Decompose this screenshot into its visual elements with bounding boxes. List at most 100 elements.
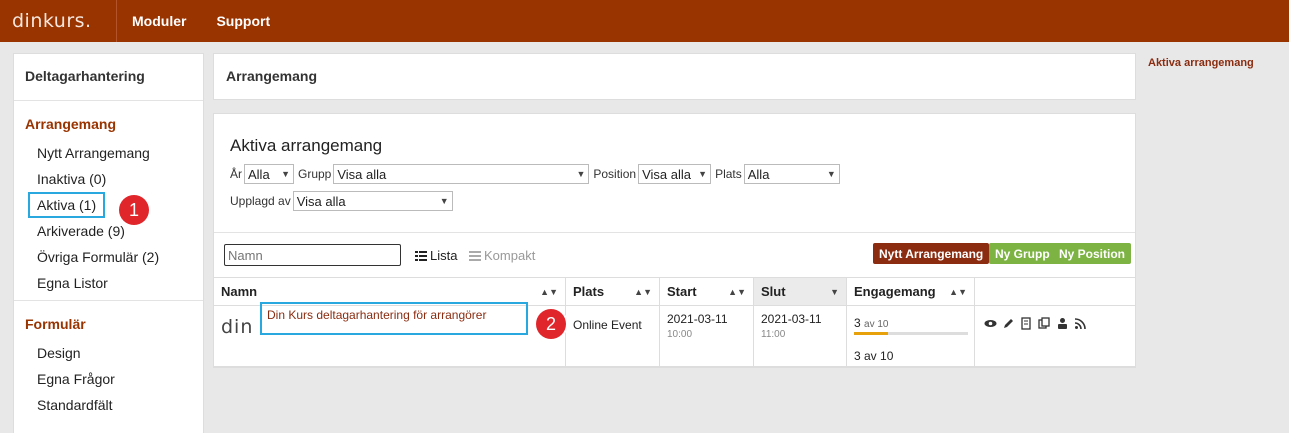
col-header-plats[interactable]: Plats ▲▼ — [566, 278, 660, 305]
table-row: din Din Kurs deltagarhantering för arran… — [214, 302, 1135, 367]
sort-icon: ▲▼ — [634, 286, 652, 297]
end-time: 11:00 — [761, 329, 786, 340]
view-icon[interactable] — [984, 317, 997, 330]
position-select-value: Visa alla — [642, 166, 691, 182]
nav-support[interactable]: Support — [201, 13, 285, 29]
event-place: Online Event — [573, 318, 642, 332]
cell-actions — [975, 306, 1135, 366]
list-icon — [415, 250, 427, 261]
engagement-progress-fill — [854, 332, 889, 335]
search-input[interactable] — [224, 244, 401, 266]
year-select[interactable]: Alla ▼ — [244, 164, 294, 184]
panel-title: Aktiva arrangemang — [230, 136, 383, 155]
year-select-value: Alla — [248, 166, 270, 182]
view-lista-label: Lista — [430, 248, 458, 263]
uploaded-by-select-value: Visa alla — [296, 193, 346, 209]
group-select[interactable]: Visa alla ▼ — [333, 164, 590, 184]
sort-icon: ▲▼ — [728, 286, 746, 297]
page-title: Arrangemang — [213, 53, 1136, 100]
engagement-total: 3 av 10 — [854, 349, 894, 363]
col-header-namn-label: Namn — [221, 284, 258, 299]
col-header-start[interactable]: Start ▲▼ — [660, 278, 754, 305]
copy-icon[interactable] — [1038, 317, 1051, 330]
engagement-of: av 10 — [864, 319, 889, 330]
sidebar-item-egna-listor[interactable]: Egna Listor — [14, 270, 203, 296]
uploaded-by-select[interactable]: Visa alla ▼ — [292, 191, 453, 211]
cell-plats: Online Event — [566, 306, 660, 366]
col-header-slut[interactable]: Slut ▼ — [754, 278, 847, 305]
breadcrumb-aktiva-arrangemang[interactable]: Aktiva arrangemang — [1148, 57, 1254, 69]
nav-moduler[interactable]: Moduler — [117, 13, 201, 29]
start-time: 10:00 — [667, 329, 693, 340]
filter-row: År Alla ▼ Grupp Visa alla ▼ Position Vis… — [230, 164, 844, 184]
sidebar-item-arkiverade[interactable]: Arkiverade (9) — [14, 218, 203, 244]
chevron-down-icon: ▼ — [698, 169, 708, 179]
chevron-down-icon: ▼ — [281, 169, 290, 179]
col-header-slut-label: Slut — [761, 284, 786, 299]
sort-icon: ▲▼ — [540, 286, 558, 297]
position-label: Position — [593, 167, 637, 181]
sidebar-item-nytt-arrangemang[interactable]: Nytt Arrangemang — [14, 140, 203, 166]
cell-engagemang: 3 av 10 3 av 10 — [847, 306, 975, 366]
end-date: 2021-03-11 — [761, 312, 822, 326]
sort-desc-icon: ▼ — [830, 286, 839, 297]
sidebar-item-aktiva[interactable]: Aktiva (1) — [14, 192, 203, 218]
new-group-button[interactable]: Ny Grupp — [989, 243, 1056, 264]
place-label: Plats — [715, 167, 742, 181]
sidebar-item-aktiva-highlight[interactable]: Aktiva (1) — [28, 192, 106, 218]
annotation-badge-1: 1 — [119, 195, 149, 225]
compact-list-icon — [469, 250, 481, 261]
position-select[interactable]: Visa alla ▼ — [638, 164, 712, 184]
top-navbar: dinkurs. Moduler Support — [0, 0, 1289, 42]
rss-icon[interactable] — [1074, 317, 1087, 330]
view-kompakt-label: Kompakt — [484, 248, 536, 263]
view-kompakt[interactable]: Kompakt — [469, 248, 535, 263]
sidebar-section-arrangemang: Arrangemang — [25, 116, 117, 132]
chevron-down-icon: ▼ — [826, 169, 836, 179]
engagement-progress — [854, 332, 968, 335]
sidebar-section-formular: Formulär — [25, 316, 86, 332]
col-header-actions — [975, 278, 1135, 305]
sidebar-item-standardfalt[interactable]: Standardfält — [14, 392, 203, 418]
events-panel: Aktiva arrangemang År Alla ▼ Grupp Visa … — [213, 113, 1136, 368]
participants-icon[interactable] — [1056, 317, 1069, 330]
col-header-engagemang-label: Engagemang — [854, 284, 936, 299]
sort-icon: ▲▼ — [949, 286, 967, 297]
chevron-down-icon: ▼ — [576, 169, 586, 179]
col-header-namn[interactable]: Namn ▲▼ — [214, 278, 566, 305]
sidebar: Deltagarhantering Arrangemang Nytt Arran… — [13, 53, 204, 433]
place-select[interactable]: Alla ▼ — [743, 164, 840, 184]
chevron-down-icon: ▼ — [439, 196, 449, 206]
uploaded-by-label: Upplagd av — [230, 194, 291, 208]
sidebar-item-inaktiva[interactable]: Inaktiva (0) — [14, 166, 203, 192]
sidebar-item-design[interactable]: Design — [14, 340, 203, 366]
cell-namn: din Din Kurs deltagarhantering för arran… — [214, 302, 566, 366]
col-header-plats-label: Plats — [573, 284, 605, 299]
engagement-count-value: 3 — [854, 316, 861, 330]
event-name-link[interactable]: Din Kurs deltagarhantering för arrangöre… — [260, 302, 528, 335]
new-position-button[interactable]: Ny Position — [1053, 243, 1132, 264]
start-date: 2021-03-11 — [667, 312, 728, 326]
filter-row-2: Upplagd av Visa alla ▼ — [230, 191, 457, 211]
row-actions — [982, 317, 1128, 330]
col-header-engagemang[interactable]: Engagemang ▲▼ — [847, 278, 975, 305]
view-lista[interactable]: Lista — [415, 248, 457, 263]
annotation-badge-2: 2 — [536, 309, 566, 339]
sidebar-title: Deltagarhantering — [14, 54, 203, 101]
table-toolbar: Lista Kompakt Nytt Arrangemang Ny Grupp … — [214, 232, 1135, 277]
col-header-start-label: Start — [667, 284, 697, 299]
cell-slut: 2021-03-11 11:00 — [754, 306, 847, 366]
events-table: Namn ▲▼ Plats ▲▼ Start ▲▼ Slut ▼ Engagemang ▲… — [214, 277, 1135, 367]
new-event-button[interactable]: Nytt Arrangemang — [873, 243, 990, 264]
place-select-value: Alla — [747, 166, 770, 182]
edit-icon[interactable] — [1002, 317, 1015, 330]
cell-start: 2021-03-11 10:00 — [660, 306, 754, 366]
form-icon[interactable] — [1020, 317, 1033, 330]
year-label: År — [230, 167, 242, 181]
logo[interactable]: dinkurs. — [0, 0, 117, 42]
sidebar-item-ovriga-formular[interactable]: Övriga Formulär (2) — [14, 244, 203, 270]
engagement-count: 3 av 10 — [854, 316, 967, 330]
group-select-value: Visa alla — [337, 166, 387, 182]
event-thumbnail: din — [221, 316, 254, 338]
sidebar-item-egna-fragor[interactable]: Egna Frågor — [14, 366, 203, 392]
